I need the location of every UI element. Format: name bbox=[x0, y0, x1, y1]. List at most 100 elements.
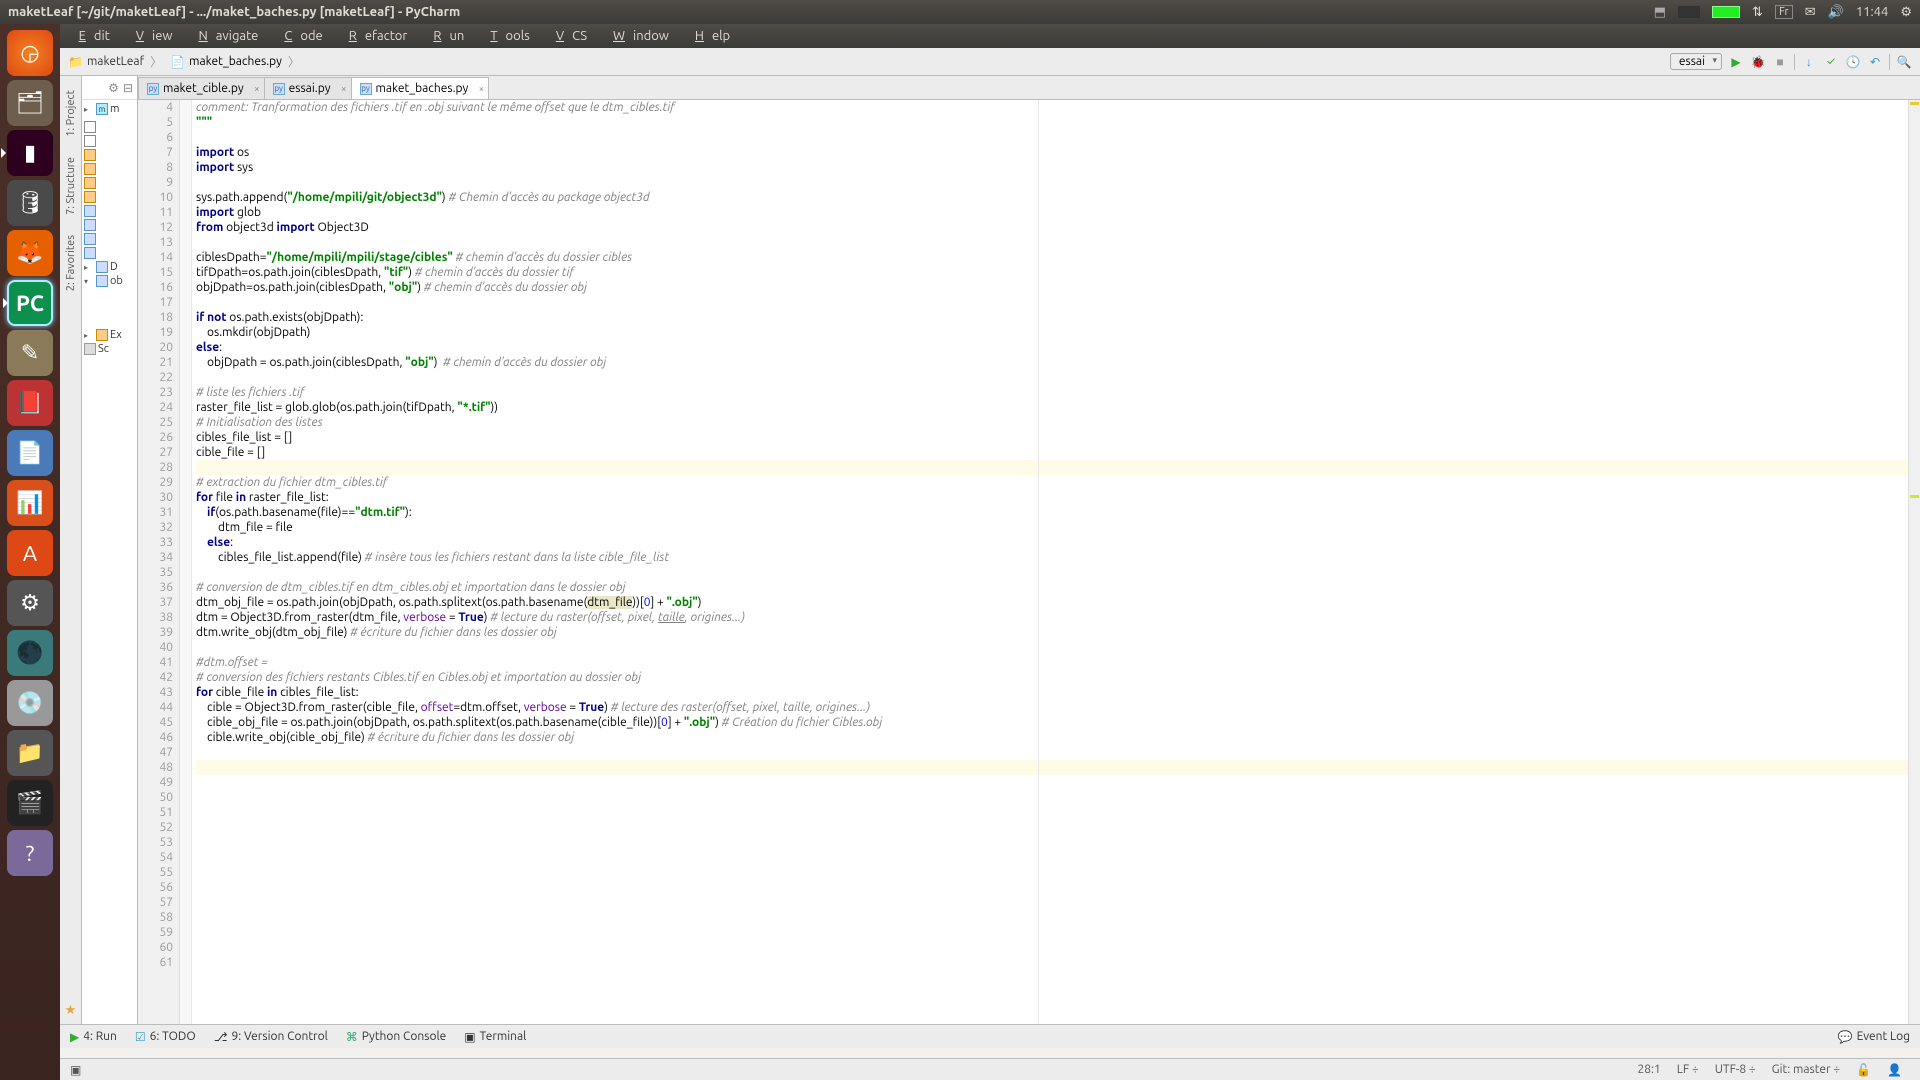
close-icon[interactable]: × bbox=[341, 83, 347, 94]
structure-tool-button[interactable]: 7: Structure bbox=[65, 151, 77, 221]
code-line-48[interactable] bbox=[196, 760, 1908, 775]
menu-tools[interactable]: Tools bbox=[474, 27, 538, 45]
code-line-17[interactable] bbox=[196, 295, 1908, 310]
database-icon[interactable]: 🛢 bbox=[7, 180, 53, 226]
code-line-35[interactable] bbox=[196, 565, 1908, 580]
menu-navigate[interactable]: Navigate bbox=[182, 27, 266, 45]
code-line-4[interactable]: comment: Tranformation des fichiers .tif… bbox=[196, 100, 1908, 115]
tab-essai-py[interactable]: pyessai.py× bbox=[264, 77, 352, 99]
fold-strip[interactable] bbox=[180, 100, 192, 1024]
revert-icon[interactable]: ↶ bbox=[1867, 54, 1883, 70]
code-line-33[interactable]: else: bbox=[196, 535, 1908, 550]
caret-position[interactable]: 28:1 bbox=[1630, 1063, 1669, 1076]
code-line-16[interactable]: objDpath=os.path.join(ciblesDpath, "obj"… bbox=[196, 280, 1908, 295]
code-line-23[interactable]: # liste les fichiers .tif bbox=[196, 385, 1908, 400]
code-line-6[interactable] bbox=[196, 130, 1908, 145]
code-line-47[interactable] bbox=[196, 745, 1908, 760]
code-line-8[interactable]: import sys bbox=[196, 160, 1908, 175]
code-line-38[interactable]: dtm = Object3D.from_raster(dtm_file, ver… bbox=[196, 610, 1908, 625]
code-line-26[interactable]: cibles_file_list = [] bbox=[196, 430, 1908, 445]
project-tool-button[interactable]: 1: Project bbox=[65, 84, 77, 143]
run-config-dropdown[interactable]: essai bbox=[1670, 53, 1722, 70]
line-gutter[interactable]: 4567891011121314151617181920212223242526… bbox=[138, 100, 180, 1024]
code-editor[interactable]: comment: Tranformation des fichiers .tif… bbox=[192, 100, 1908, 1024]
code-line-24[interactable]: raster_file_list = glob.glob(os.path.joi… bbox=[196, 400, 1908, 415]
breadcrumb-project[interactable]: 📁 maketLeaf〉 bbox=[68, 53, 164, 70]
code-line-19[interactable]: os.mkdir(objDpath) bbox=[196, 325, 1908, 340]
tab-maket_cible-py[interactable]: pymaket_cible.py× bbox=[138, 77, 265, 99]
files-icon[interactable]: 🗂 bbox=[7, 80, 53, 126]
breadcrumb-file[interactable]: 📄 maket_baches.py〉 bbox=[170, 53, 302, 70]
terminal-tool-button[interactable]: ▣Terminal bbox=[464, 1030, 526, 1044]
menu-edit[interactable]: Edit bbox=[63, 27, 118, 45]
close-icon[interactable]: × bbox=[254, 83, 260, 94]
code-line-25[interactable]: # Initialisation des listes bbox=[196, 415, 1908, 430]
code-line-20[interactable]: else: bbox=[196, 340, 1908, 355]
help-icon[interactable]: ? bbox=[7, 830, 53, 876]
code-line-53[interactable] bbox=[196, 835, 1908, 850]
settings-icon[interactable]: ⚙ bbox=[7, 580, 53, 626]
network-icon[interactable]: ⇅ bbox=[1752, 5, 1763, 20]
code-line-21[interactable]: objDpath = os.path.join(ciblesDpath, "ob… bbox=[196, 355, 1908, 370]
gear-icon[interactable]: ⚙ bbox=[1900, 5, 1912, 20]
code-line-10[interactable]: sys.path.append("/home/mpili/git/object3… bbox=[196, 190, 1908, 205]
code-line-22[interactable] bbox=[196, 370, 1908, 385]
code-line-7[interactable]: import os bbox=[196, 145, 1908, 160]
code-line-46[interactable]: cible.write_obj(cible_obj_file) # écritu… bbox=[196, 730, 1908, 745]
stellarium-icon[interactable]: 🌑 bbox=[7, 630, 53, 676]
code-line-31[interactable]: if(os.path.basename(file)=="dtm.tif"): bbox=[196, 505, 1908, 520]
code-line-27[interactable]: cible_file = [] bbox=[196, 445, 1908, 460]
keyboard-lang[interactable]: Fr bbox=[1775, 5, 1793, 19]
code-line-34[interactable]: cibles_file_list.append(file) # insère t… bbox=[196, 550, 1908, 565]
writer-icon[interactable]: 📄 bbox=[7, 430, 53, 476]
code-line-15[interactable]: tifDpath=os.path.join(ciblesDpath, "tif"… bbox=[196, 265, 1908, 280]
code-line-60[interactable] bbox=[196, 940, 1908, 955]
update-project-icon[interactable]: ↓ bbox=[1801, 54, 1817, 70]
terminal-icon[interactable]: ▮ bbox=[7, 130, 53, 176]
code-line-11[interactable]: import glob bbox=[196, 205, 1908, 220]
code-line-12[interactable]: from object3d import Object3D bbox=[196, 220, 1908, 235]
code-line-49[interactable] bbox=[196, 775, 1908, 790]
tab-maket_baches-py[interactable]: pymaket_baches.py× bbox=[351, 77, 490, 99]
mail-icon[interactable]: ✉ bbox=[1805, 5, 1816, 20]
clock[interactable]: 11:44 bbox=[1856, 5, 1889, 19]
dash-icon[interactable]: ◶ bbox=[7, 30, 53, 76]
project-tree[interactable]: ▸mm ▸D ▾ob ▸Ex Sc bbox=[82, 100, 137, 1024]
menu-code[interactable]: Code bbox=[268, 27, 330, 45]
code-line-54[interactable] bbox=[196, 850, 1908, 865]
dictionary-icon[interactable]: 📕 bbox=[7, 380, 53, 426]
menu-run[interactable]: Run bbox=[417, 27, 472, 45]
code-line-32[interactable]: dtm_file = file bbox=[196, 520, 1908, 535]
code-line-9[interactable] bbox=[196, 175, 1908, 190]
pycharm-icon[interactable]: PC bbox=[7, 280, 53, 326]
inspector-icon[interactable]: 👤 bbox=[1879, 1063, 1910, 1077]
tool-windows-toggle[interactable]: ▣ bbox=[70, 1063, 81, 1077]
code-line-40[interactable] bbox=[196, 640, 1908, 655]
read-only-toggle[interactable]: 🔓 bbox=[1848, 1063, 1879, 1077]
search-everywhere-icon[interactable]: 🔍 bbox=[1896, 54, 1912, 70]
code-line-59[interactable] bbox=[196, 925, 1908, 940]
code-line-45[interactable]: cible_obj_file = os.path.join(objDpath, … bbox=[196, 715, 1908, 730]
code-line-50[interactable] bbox=[196, 790, 1908, 805]
menu-view[interactable]: View bbox=[120, 27, 181, 45]
run-button[interactable]: ▶ bbox=[1728, 54, 1744, 70]
battery-icon[interactable] bbox=[1712, 6, 1740, 18]
code-line-55[interactable] bbox=[196, 865, 1908, 880]
code-line-14[interactable]: ciblesDpath="/home/mpili/mpili/stage/cib… bbox=[196, 250, 1908, 265]
code-line-51[interactable] bbox=[196, 805, 1908, 820]
code-line-13[interactable] bbox=[196, 235, 1908, 250]
sound-icon[interactable]: 🔊 bbox=[1828, 5, 1844, 20]
code-line-30[interactable]: for file in raster_file_list: bbox=[196, 490, 1908, 505]
text-editor-icon[interactable]: ✎ bbox=[7, 330, 53, 376]
code-line-43[interactable]: for cible_file in cibles_file_list: bbox=[196, 685, 1908, 700]
run-tool-button[interactable]: ▶4: Run bbox=[70, 1030, 117, 1044]
debug-button[interactable]: 🐞 bbox=[1750, 54, 1766, 70]
code-line-28[interactable] bbox=[196, 460, 1908, 475]
menu-window[interactable]: Window bbox=[597, 27, 677, 45]
close-icon[interactable]: × bbox=[479, 83, 485, 94]
code-line-29[interactable]: # extraction du fichier dtm_cibles.tif bbox=[196, 475, 1908, 490]
code-line-44[interactable]: cible = Object3D.from_raster(cible_file,… bbox=[196, 700, 1908, 715]
menu-help[interactable]: Help bbox=[679, 27, 738, 45]
history-icon[interactable]: 🕓 bbox=[1845, 54, 1861, 70]
menu-vcs[interactable]: VCS bbox=[540, 27, 595, 45]
